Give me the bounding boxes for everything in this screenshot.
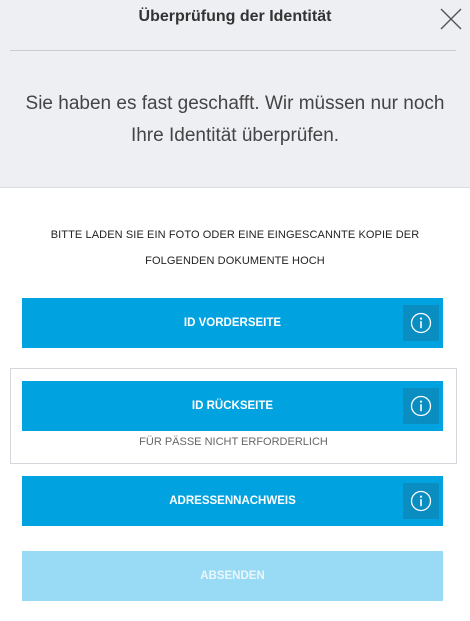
- submit-button[interactable]: ABSENDEN: [22, 551, 443, 601]
- instructions-line-2: FOLGENDEN DOKUMENTE HOCH: [145, 255, 325, 267]
- id-back-label: ID RÜCKSEITE: [191, 400, 274, 412]
- proof-of-address-label: ADRESSENNACHWEIS: [169, 495, 296, 507]
- id-back-upload-button[interactable]: ID RÜCKSEITE: [22, 381, 443, 431]
- close-icon: [440, 8, 462, 30]
- proof-of-address-info-button[interactable]: [403, 483, 439, 519]
- instructions-line-1: BITTE LADEN SIE EIN FOTO ODER EINE EINGE…: [50, 229, 420, 241]
- id-back-info-button[interactable]: [403, 388, 439, 424]
- info-icon: [410, 312, 432, 334]
- id-front-upload-button[interactable]: ID VORDERSEITE: [22, 298, 443, 348]
- id-back-note: FÜR PÄSSE NICHT ERFORDERLICH: [139, 436, 328, 448]
- id-front-label: ID VORDERSEITE: [183, 317, 282, 329]
- proof-of-address-upload-button[interactable]: ADRESSENNACHWEIS: [22, 476, 443, 526]
- upload-instructions: BITTE LADEN SIE EIN FOTO ODER EINE EINGE…: [20, 222, 450, 274]
- submit-label: ABSENDEN: [200, 570, 265, 582]
- modal-header: Überprüfung der Identität Sie haben es f…: [0, 0, 470, 188]
- id-front-info-button[interactable]: [403, 305, 439, 341]
- close-button[interactable]: [436, 4, 466, 34]
- page-title: Überprüfung der Identität: [138, 8, 332, 25]
- info-icon: [410, 395, 432, 417]
- header-divider: [10, 50, 456, 51]
- header-message: Sie haben es fast geschafft. Wir müssen …: [25, 93, 445, 146]
- info-icon: [410, 490, 432, 512]
